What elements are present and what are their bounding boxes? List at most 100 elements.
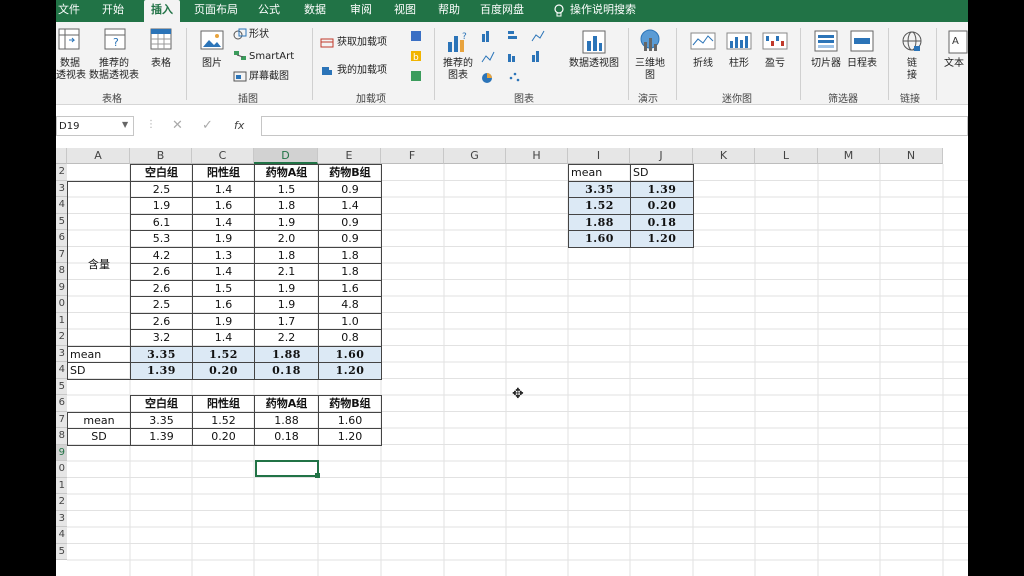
table1-value-cell[interactable]: 2.0 [254,230,319,248]
tab-insert[interactable]: 插入 [144,0,180,22]
table3-value-cell[interactable]: 0.20 [630,197,694,215]
text-button[interactable]: 文本 [944,58,968,70]
row-header[interactable]: 4 [56,362,67,379]
table1-value-cell[interactable]: 1.4 [318,197,382,215]
table2-sd-cell[interactable]: 1.39 [130,428,193,446]
row-header[interactable]: 1 [56,312,67,329]
table1-value-cell[interactable]: 1.4 [192,263,255,281]
table3-header-cell[interactable]: mean [568,164,631,182]
row-header[interactable]: 5 [56,213,67,230]
tab-data[interactable]: 数据 [300,0,330,22]
row-header[interactable]: 4 [56,197,67,214]
row-header[interactable]: 4 [56,527,67,544]
table1-value-cell[interactable]: 1.9 [192,230,255,248]
column-header-a[interactable]: A [67,148,130,164]
row-header[interactable]: 2 [56,494,67,511]
table1-value-cell[interactable]: 2.1 [254,263,319,281]
table1-value-cell[interactable]: 1.3 [192,246,255,264]
table1-value-cell[interactable]: 2.5 [130,296,193,314]
tab-review[interactable]: 审阅 [346,0,376,22]
table1-value-cell[interactable]: 1.8 [254,246,319,264]
row-header[interactable]: 5 [56,543,67,560]
tab-home[interactable]: 开始 [98,0,128,22]
column-header-h[interactable]: H [506,148,568,164]
row-header[interactable]: 6 [56,230,67,247]
table1-mean-label[interactable]: mean [67,345,131,363]
table1-value-cell[interactable]: 2.6 [130,263,193,281]
table3-value-cell[interactable]: 0.18 [630,213,694,231]
row-header[interactable]: 7 [56,411,67,428]
row-header[interactable]: 2 [56,164,67,181]
select-all-corner[interactable] [56,148,67,164]
table2-header-cell[interactable]: 空白组 [130,395,193,413]
sparkline-line-button[interactable]: 折线 [686,58,720,70]
recommended-pivot-button[interactable]: 推荐的 数据透视表 [86,58,142,82]
table1-value-cell[interactable]: 2.6 [130,312,193,330]
cancel-icon[interactable]: ✕ [172,118,183,133]
get-addins-button[interactable]: 获取加载项 [337,37,387,49]
table2-mean-cell[interactable]: 1.60 [318,411,382,429]
3d-map-button[interactable]: 三维地 图 [632,58,668,82]
row-header[interactable]: 0 [56,296,67,313]
column-header-m[interactable]: M [818,148,880,164]
table1-mean-cell[interactable]: 3.35 [130,345,193,363]
table1-value-cell[interactable]: 5.3 [130,230,193,248]
picture-button[interactable]: 图片 [196,58,228,70]
row-header[interactable]: 2 [56,329,67,346]
table1-header-cell[interactable]: 药物B组 [318,164,382,182]
row-header[interactable]: 5 [56,378,67,395]
table1-sd-cell[interactable]: 1.39 [130,362,193,380]
table2-sd-label[interactable]: SD [67,428,131,446]
table2-sd-cell[interactable]: 0.20 [192,428,255,446]
table1-mean-cell[interactable]: 1.52 [192,345,255,363]
recommended-charts-button[interactable]: 推荐的 图表 [440,58,476,82]
table2-mean-cell[interactable]: 1.52 [192,411,255,429]
row-header[interactable]: 0 [56,461,67,478]
sparkline-winloss-button[interactable]: 盈亏 [758,58,792,70]
table1-value-cell[interactable]: 1.8 [254,197,319,215]
column-header-b[interactable]: B [130,148,192,164]
table2-header-cell[interactable]: 药物B组 [318,395,382,413]
table1-header-cell[interactable]: 空白组 [130,164,193,182]
table1-value-cell[interactable]: 1.6 [192,296,255,314]
table1-value-cell[interactable]: 0.8 [318,329,382,347]
insert-function-icon[interactable]: fx [234,119,244,132]
table3-value-cell[interactable]: 1.39 [630,180,694,198]
table1-value-cell[interactable]: 1.9 [254,213,319,231]
table1-value-cell[interactable]: 4.8 [318,296,382,314]
tab-formulas[interactable]: 公式 [254,0,284,22]
table2-mean-label[interactable]: mean [67,411,131,429]
table3-value-cell[interactable]: 1.20 [630,230,694,248]
my-addins-button[interactable]: 我的加载项 [337,65,387,77]
table1-value-cell[interactable]: 1.0 [318,312,382,330]
active-cell-selection[interactable] [255,460,319,477]
table1-sd-label[interactable]: SD [67,362,131,380]
table2-mean-cell[interactable]: 1.88 [254,411,319,429]
slicer-button[interactable]: 切片器 [808,58,844,70]
worksheet-grid[interactable]: ABCDEFGHIJKLMN 234567890123456789012345 … [56,148,968,576]
shapes-button[interactable]: 形状 [249,29,269,41]
column-header-k[interactable]: K [693,148,755,164]
pivot-chart-button[interactable]: 数据透视图 [562,58,626,70]
column-header-l[interactable]: L [755,148,818,164]
row-header[interactable]: 8 [56,428,67,445]
table1-sd-cell[interactable]: 0.20 [192,362,255,380]
table1-value-cell[interactable]: 0.9 [318,230,382,248]
confirm-icon[interactable]: ✓ [202,118,213,133]
row-header[interactable]: 7 [56,246,67,263]
table3-header-cell[interactable]: SD [630,164,694,182]
row-header[interactable]: 1 [56,477,67,494]
table1-value-cell[interactable]: 1.9 [130,197,193,215]
row-header[interactable]: 9 [56,444,67,461]
tab-view[interactable]: 视图 [390,0,420,22]
chart-type-icons[interactable] [480,28,550,84]
table1-header-cell[interactable]: 药物A组 [254,164,319,182]
row-header[interactable]: 6 [56,395,67,412]
pivot-table-button[interactable]: 数据 透视表 [56,58,86,82]
table1-sd-cell[interactable]: 1.20 [318,362,382,380]
table1-value-cell[interactable]: 6.1 [130,213,193,231]
column-header-g[interactable]: G [444,148,506,164]
table1-group-label[interactable]: 含量 [67,180,131,347]
table1-value-cell[interactable]: 2.6 [130,279,193,297]
row-header[interactable]: 3 [56,180,67,197]
